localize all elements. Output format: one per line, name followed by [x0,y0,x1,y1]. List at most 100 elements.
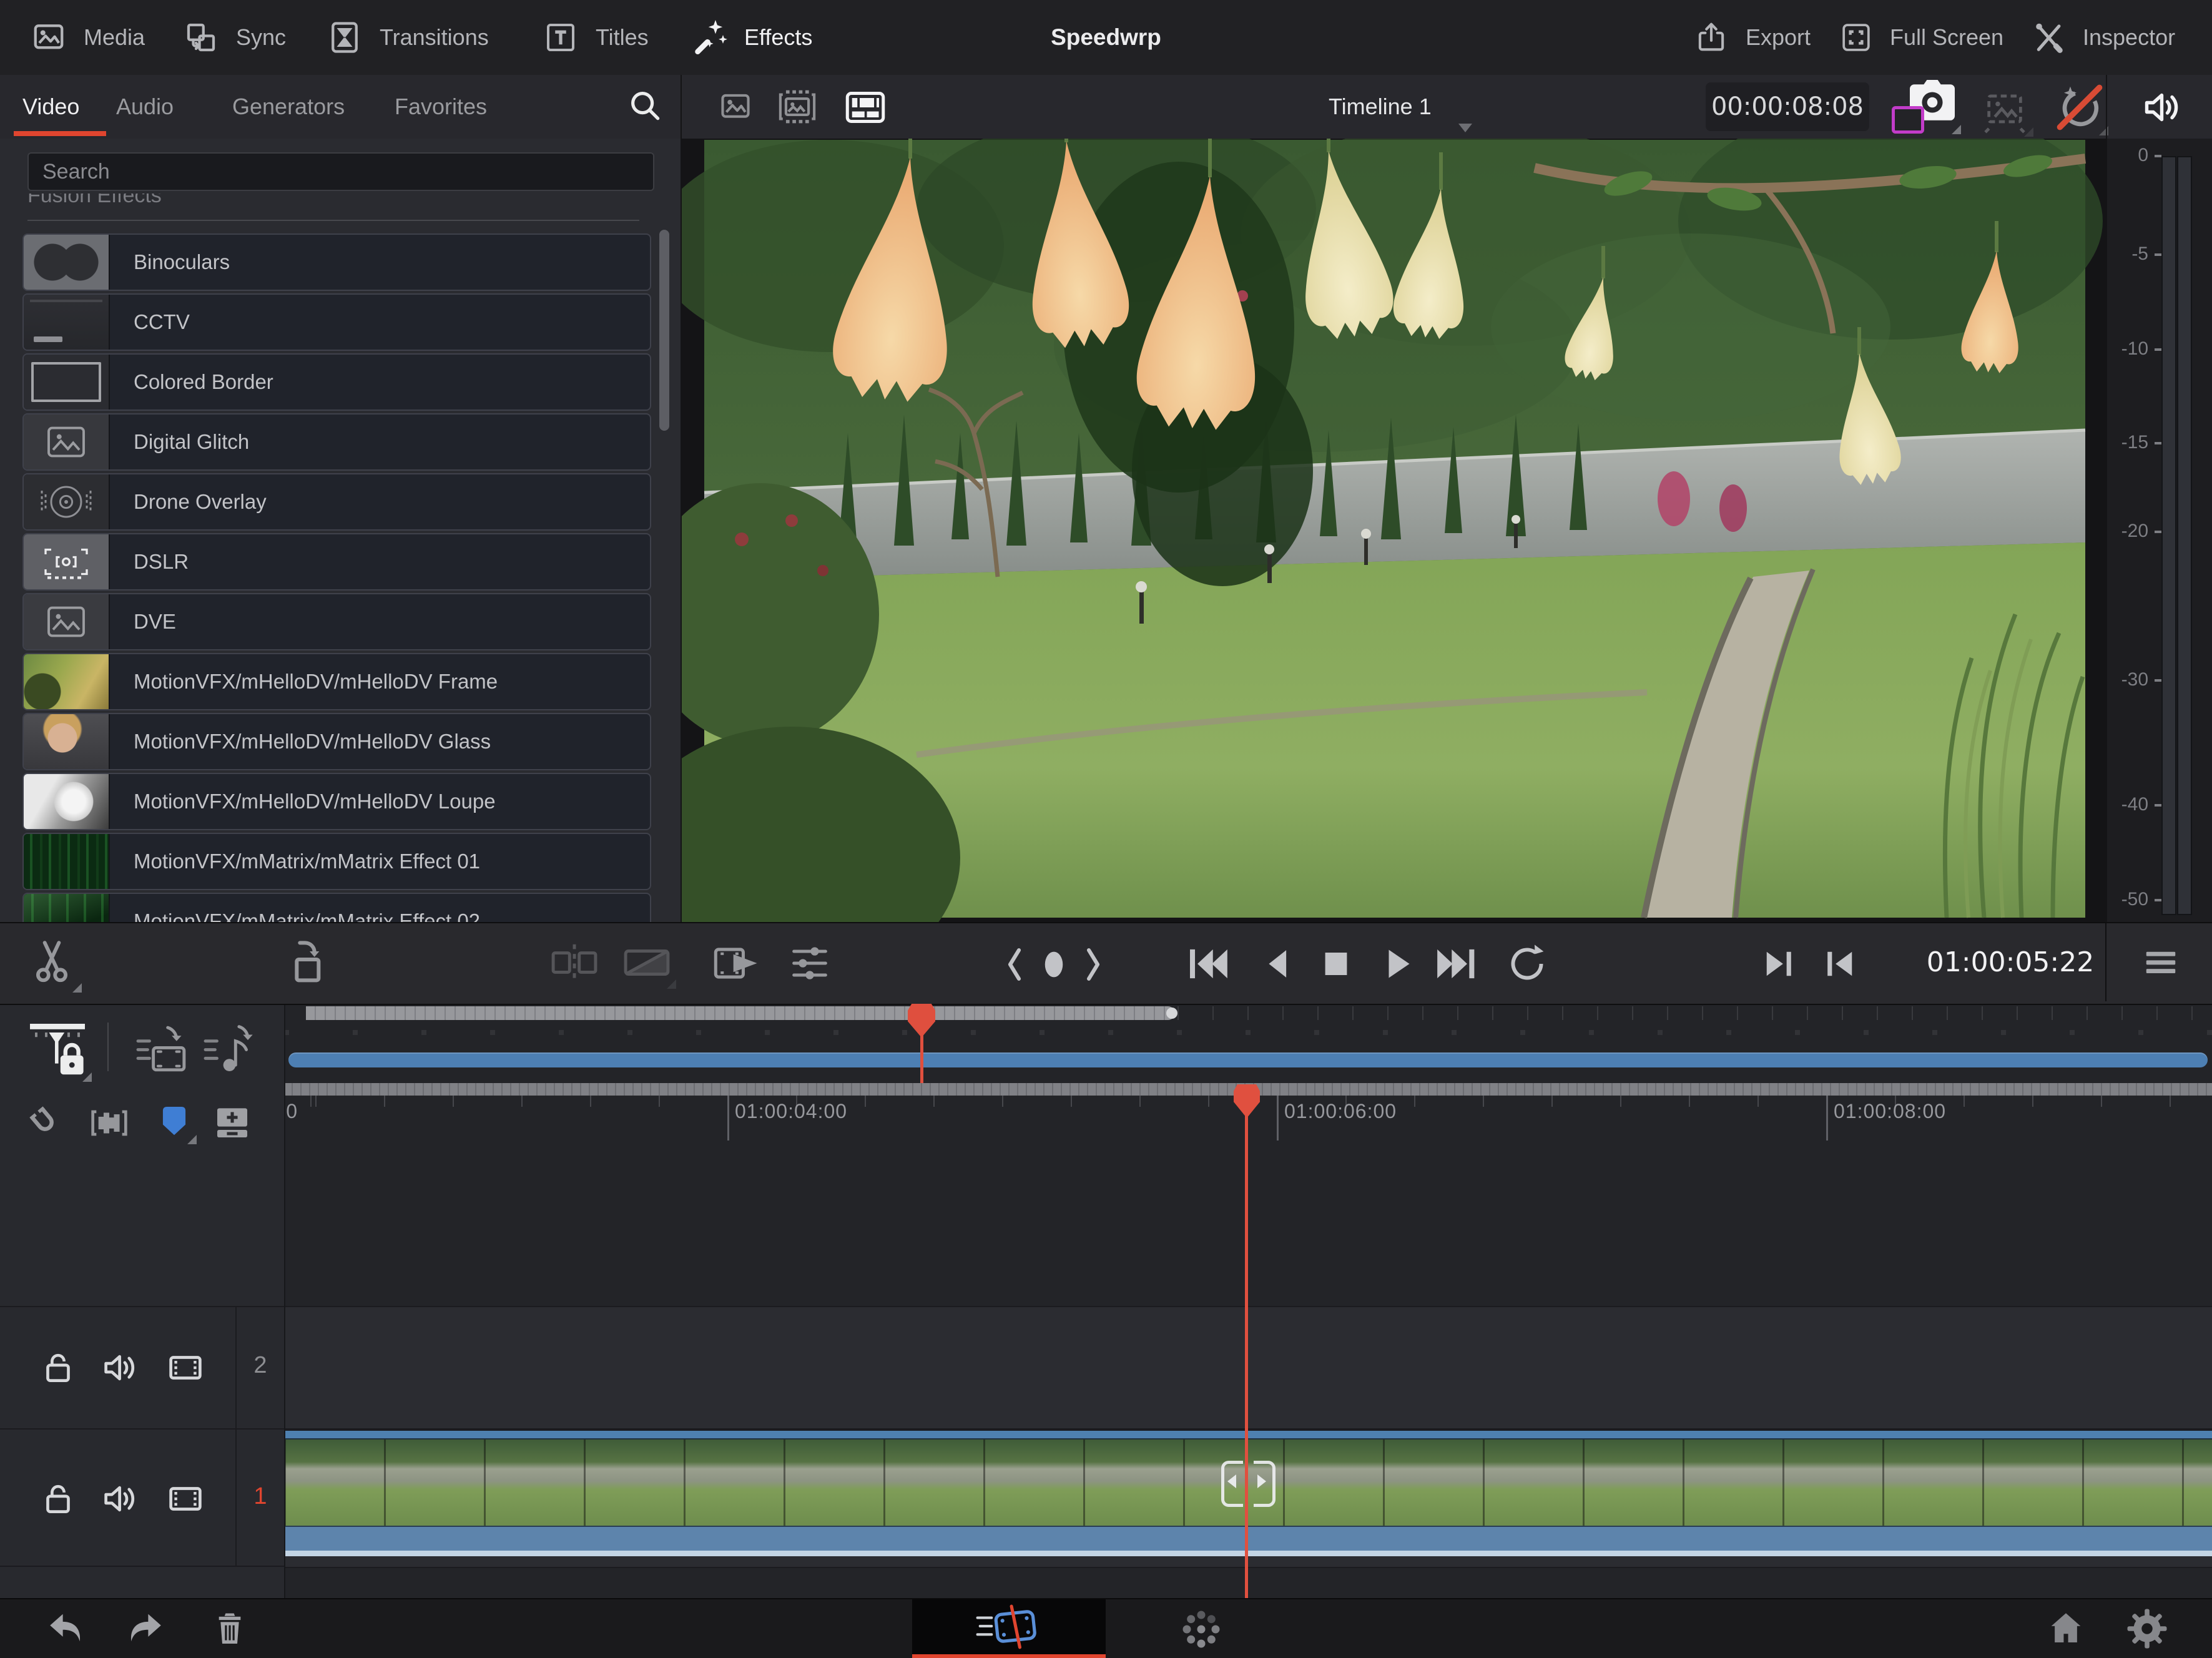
loop-button[interactable] [1505,941,1550,987]
ruler-label: 01:00:04:00 [735,1100,847,1123]
track-1-number[interactable]: 1 [238,1483,282,1510]
top-toolbar: Media Sync Transitions Titles Effects Sp… [0,0,2212,76]
list-item[interactable]: MotionVFX/mHelloDV/mHelloDV Loupe [22,773,651,830]
split-clip-icon[interactable] [547,939,602,986]
inspector-label: Inspector [2083,24,2175,51]
minimap-playhead-stem [920,1035,923,1083]
effects-bypass-icon[interactable] [2053,82,2106,132]
source-overwrite-icon[interactable] [712,939,763,987]
track-1-mute-icon[interactable] [99,1478,142,1519]
tab-audio[interactable]: Audio [116,75,174,139]
export-button[interactable]: Export [1693,0,1811,75]
list-item[interactable]: Colored Border [22,353,651,411]
dve-thumb [24,594,110,649]
section-label[interactable]: Fusion Effects [27,194,627,208]
mhellodv-glass-thumb [24,714,110,769]
scrollbar-thumb[interactable] [659,230,669,431]
search-input[interactable] [27,152,654,191]
audio-waveform-view-icon[interactable] [87,1104,131,1142]
snapping-magnet-icon[interactable] [25,1102,65,1142]
go-to-end-button[interactable] [1433,941,1480,987]
go-to-start-button[interactable] [1185,941,1231,987]
search-icon[interactable] [626,86,664,125]
timeline-selector[interactable]: Timeline 1 [1329,75,1432,139]
tab-video[interactable]: Video [22,75,79,139]
minimap-subticks [284,1030,2212,1035]
audio-monitor-icon[interactable] [2140,85,2185,130]
view-strip-icon[interactable] [774,87,820,126]
play-button[interactable] [1375,941,1420,987]
list-item[interactable]: MotionVFX/mMatrix/mMatrix Effect 01 [22,833,651,890]
list-item[interactable]: DVE [22,593,651,650]
timeline-clip[interactable] [284,1431,2212,1556]
play-reverse-button[interactable] [1256,941,1300,987]
insert-audio-icon[interactable] [201,1024,260,1074]
redo-button[interactable] [124,1607,167,1651]
list-item[interactable]: MotionVFX/mHelloDV/mHelloDV Glass [22,713,651,770]
undo-button[interactable] [44,1607,87,1651]
transition-dissolve-icon[interactable] [619,939,674,986]
list-item[interactable]: DSLR [22,533,651,591]
track-2-mute-icon[interactable] [99,1347,142,1388]
track-1-lock-icon[interactable] [37,1478,79,1519]
list-item[interactable]: MotionVFX/mHelloDV/mHelloDV Frame [22,653,651,710]
color-page-icon [1179,1607,1224,1652]
settings-gear-button[interactable] [2125,1607,2169,1651]
cut-page-tab[interactable] [912,1599,1106,1654]
track-2-lane[interactable] [0,1306,2212,1430]
video-viewer[interactable] [682,139,2106,922]
ruler-major-tick [1826,1096,1828,1140]
tools-mixer-icon[interactable] [785,939,834,987]
view-media-icon[interactable] [715,89,755,125]
tab-favorites[interactable]: Favorites [395,75,487,139]
playhead-stem[interactable] [1245,1112,1248,1598]
track-number-divider [235,1306,237,1567]
marker-flag-icon[interactable] [155,1100,194,1141]
app-window: Media Sync Transitions Titles Effects Sp… [0,0,2212,1658]
timeline-options-menu-icon[interactable] [2140,943,2181,982]
overwrite-icon[interactable] [282,937,332,988]
fullscreen-label: Full Screen [1890,24,2003,51]
timeline-dropdown-arrow[interactable] [1458,124,1472,132]
fullscreen-icon [1839,20,1874,55]
stop-button[interactable] [1314,941,1359,987]
transform-icon[interactable] [1978,86,2032,134]
home-button[interactable] [2045,1608,2087,1649]
playhead-timecode: 01:00:05:22 [1923,923,2098,1001]
selection-follows-playhead-tool[interactable] [25,1020,90,1080]
insert-video-icon[interactable] [134,1024,192,1074]
export-icon [1693,19,1729,56]
fullscreen-button[interactable]: Full Screen [1839,0,2003,75]
track-2-lock-icon[interactable] [37,1347,79,1388]
view-dual-timeline-icon[interactable] [842,89,889,126]
list-item[interactable]: Digital Glitch [22,413,651,471]
camera-grab-button[interactable] [1892,80,1962,135]
cut-tool-icon[interactable] [27,937,76,987]
minimap-clip-bar[interactable] [288,1052,2208,1067]
binoculars-thumb [24,235,110,290]
inspector-button[interactable]: Inspector [2030,0,2175,75]
minimap-rest [1177,1006,2212,1020]
in-out-point-control[interactable] [998,947,1110,982]
cut-page-active-underline [912,1654,1106,1658]
meter-tick: 0 [2107,145,2148,166]
list-item[interactable]: Drone Overlay [22,473,651,531]
list-item[interactable]: CCTV [22,293,651,351]
delete-button[interactable] [210,1607,250,1651]
minimap-handle[interactable] [1166,1008,1177,1019]
minimap-viewport-bar[interactable] [306,1006,1175,1020]
list-item[interactable]: Binoculars [22,233,651,291]
mmatrix-01-thumb [24,834,110,889]
ruler-label: 01:00:06:00 [1284,1100,1397,1123]
add-clip-icon[interactable] [212,1102,252,1142]
trim-arrow-left-icon [1227,1474,1236,1488]
step-backward-icon[interactable] [1819,943,1861,984]
track-2-number[interactable]: 2 [238,1352,282,1379]
digital-glitch-thumb [24,414,110,469]
list-item[interactable]: MotionVFX/mMatrix/mMatrix Effect 02 [22,893,651,922]
track-2-visibility-icon[interactable] [164,1347,207,1388]
color-page-tab[interactable] [1179,1607,1224,1652]
step-forward-icon[interactable] [1758,943,1799,984]
track-1-visibility-icon[interactable] [164,1478,207,1519]
tab-generators[interactable]: Generators [232,75,345,139]
